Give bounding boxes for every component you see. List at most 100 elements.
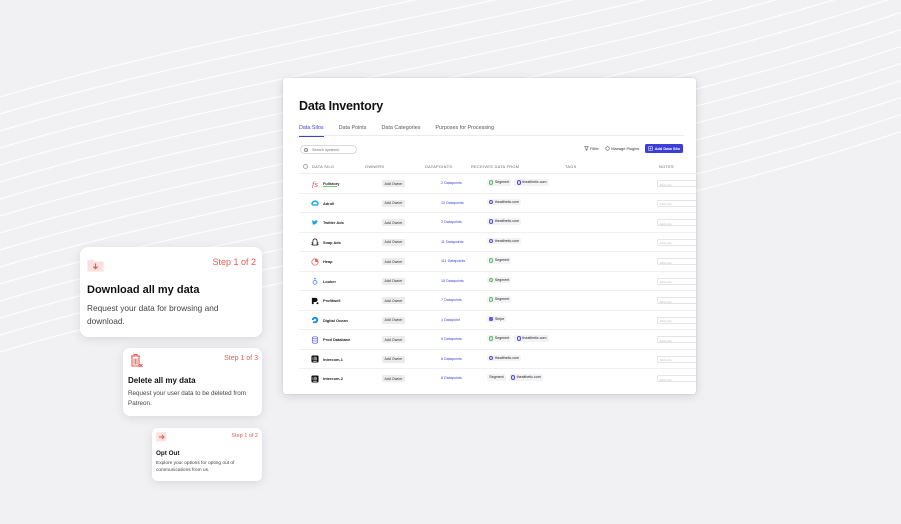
- silo-name: Prod Database: [323, 337, 351, 342]
- card-title: Opt Out: [156, 450, 180, 457]
- manage-plugins-button[interactable]: Manage Plugins: [605, 146, 639, 151]
- source-chip[interactable]: Segment: [487, 335, 512, 342]
- source-chip[interactable]: thealthetic.com: [508, 374, 543, 381]
- step-indicator: Step 1 of 2: [212, 257, 256, 267]
- silo-name: Snap Ads: [323, 239, 341, 245]
- source-chip[interactable]: thealthetic.com: [514, 179, 549, 186]
- col-receives-data-from: RECEIVES DATA FROM: [471, 164, 520, 169]
- notes-input[interactable]: Add note: [657, 258, 696, 265]
- datapoints-link[interactable]: 11 Datapoints: [441, 240, 463, 244]
- notes-input[interactable]: Add note: [657, 199, 696, 207]
- add-owner-button[interactable]: Add Owner: [382, 375, 405, 382]
- opt-out-icon: [156, 432, 167, 442]
- add-data-silo-button[interactable]: Add Data Silo: [645, 144, 683, 154]
- source-chip-label: Segment: [494, 336, 510, 341]
- segment-icon: [489, 180, 494, 185]
- card-title: Download all my data: [87, 284, 200, 296]
- opt-out-card[interactable]: Step 1 of 2 Opt Out Explore your options…: [152, 428, 262, 481]
- notes-input[interactable]: Add note: [657, 355, 696, 363]
- datapoints-link[interactable]: 8 Datapoints: [441, 357, 462, 361]
- table-row[interactable]: fs Fullstory Add Owner 2 Datapoints Segment t…: [299, 173, 696, 193]
- notes-input[interactable]: Add note: [657, 375, 696, 382]
- notes-input[interactable]: Add note: [657, 336, 696, 343]
- filter-label: Filter: [590, 146, 599, 152]
- datapoints-link[interactable]: 15 Datapoints: [441, 279, 464, 283]
- source-chip-label: Segment: [494, 258, 510, 263]
- source-chip[interactable]: thealthetic.com: [487, 198, 522, 206]
- notes-input[interactable]: Add note: [657, 297, 696, 304]
- table-row[interactable]: Profitwell Add Owner 7 Datapoints Segment Ad…: [299, 290, 696, 310]
- notes-input[interactable]: Add note: [657, 180, 696, 187]
- datapoints-link[interactable]: 2 Datapoints: [441, 181, 462, 185]
- notes-input[interactable]: Add note: [657, 219, 696, 226]
- svg-text:fs: fs: [311, 180, 319, 188]
- table-row[interactable]: Snap Ads Add Owner 11 Datapoints thealtheti…: [299, 231, 696, 252]
- datapoints-link[interactable]: 7 Datapoints: [441, 298, 462, 302]
- datapoints-link[interactable]: 2 Datapoints: [441, 220, 462, 224]
- website-icon: [516, 336, 521, 341]
- table-header: DATA SILO OWNERS DATAPOINTS RECEIVES DAT…: [301, 163, 696, 172]
- card-description: Request your data for browsing and downl…: [87, 303, 219, 326]
- source-chip[interactable]: Segment: [487, 276, 512, 284]
- download-data-card[interactable]: Step 1 of 2 Download all my data Request…: [80, 247, 262, 337]
- table-row[interactable]: Adroll Add Owner 12 Datapoints thealthetic.…: [299, 192, 696, 213]
- table-row[interactable]: Intercom-1 Add Owner 8 Datapoints thealthet…: [299, 348, 696, 369]
- add-owner-button[interactable]: Add Owner: [382, 219, 405, 226]
- table-row[interactable]: Prod Database Add Owner 5 Datapoints Segmen…: [299, 329, 696, 349]
- table-row[interactable]: Twitter Ads Add Owner 2 Datapoints thealthe…: [299, 212, 696, 232]
- notes-input[interactable]: Add note: [657, 316, 696, 324]
- datapoints-link[interactable]: 5 Datapoints: [441, 337, 462, 341]
- add-owner-button[interactable]: Add Owner: [382, 277, 405, 285]
- col-notes: NOTES: [659, 164, 674, 169]
- source-chip[interactable]: Segment: [487, 296, 512, 303]
- notes-input[interactable]: Add note: [657, 277, 696, 285]
- add-owner-button[interactable]: Add Owner: [382, 316, 405, 324]
- table-row[interactable]: Heap Add Owner 111 Datapoints Segment Add no…: [299, 251, 696, 271]
- source-chip[interactable]: Segment: [487, 374, 506, 381]
- receives-data-from: Segment: [487, 276, 514, 284]
- table-row[interactable]: Intercom-2 Add Owner 8 Datapoints Segment th…: [299, 368, 696, 388]
- search-input[interactable]: [300, 145, 357, 154]
- receives-data-from: Segment: [487, 296, 514, 303]
- twitter-icon: [311, 219, 319, 225]
- source-chip[interactable]: thealthetic.com: [487, 218, 522, 225]
- select-all-checkbox[interactable]: [303, 163, 308, 169]
- segment-icon: [489, 297, 494, 302]
- add-owner-button[interactable]: Add Owner: [382, 336, 405, 343]
- source-chip[interactable]: Segment: [487, 179, 512, 186]
- search-icon: [304, 147, 308, 152]
- source-chip-label: thealthetic.com: [494, 238, 520, 243]
- datapoints-link[interactable]: 12 Datapoints: [441, 201, 464, 205]
- source-chip[interactable]: Segment: [487, 257, 512, 264]
- fullstory-icon: fs: [311, 180, 319, 188]
- source-chip[interactable]: thealthetic.com: [514, 335, 549, 342]
- segment-icon: [489, 277, 494, 283]
- datapoints-link[interactable]: 1 Datapoint: [441, 318, 460, 322]
- card-title: Delete all my data: [128, 376, 196, 385]
- add-owner-button[interactable]: Add Owner: [382, 258, 405, 265]
- filter-button[interactable]: Filter: [583, 146, 599, 152]
- table-row[interactable]: Digital Ocean Add Owner 1 Datapoint Stripe A…: [299, 309, 696, 330]
- receives-data-from: Segment thealthetic.com: [487, 335, 552, 342]
- website-icon: [510, 375, 516, 380]
- delete-data-card[interactable]: Step 1 of 3 Delete all my data Request y…: [123, 348, 262, 416]
- datapoints-link[interactable]: 111 Datapoints: [441, 259, 465, 263]
- add-owner-button[interactable]: Add Owner: [382, 297, 405, 304]
- page-title: Data Inventory: [299, 99, 384, 113]
- add-owner-button[interactable]: Add Owner: [382, 355, 405, 363]
- source-chip[interactable]: thealthetic.com: [487, 354, 522, 362]
- source-chip[interactable]: thealthetic.com: [487, 237, 522, 245]
- intercom-icon: [311, 355, 319, 363]
- data-inventory-window: Data Inventory Data Silos Data Points Da…: [283, 78, 696, 394]
- source-chip[interactable]: Stripe: [487, 315, 507, 323]
- notes-input[interactable]: Add note: [657, 238, 696, 246]
- silo-name: Intercom-1: [323, 356, 343, 362]
- source-chip-label: thealthetic.com: [494, 199, 520, 204]
- source-chip-label: thealthetic.com: [494, 219, 520, 224]
- silo-name: Profitwell: [323, 298, 341, 303]
- add-owner-button[interactable]: Add Owner: [382, 180, 405, 187]
- add-owner-button[interactable]: Add Owner: [382, 199, 405, 207]
- add-owner-button[interactable]: Add Owner: [382, 238, 405, 246]
- datapoints-link[interactable]: 8 Datapoints: [441, 376, 462, 380]
- table-row[interactable]: Looker Add Owner 15 Datapoints Segment Add n…: [299, 270, 696, 291]
